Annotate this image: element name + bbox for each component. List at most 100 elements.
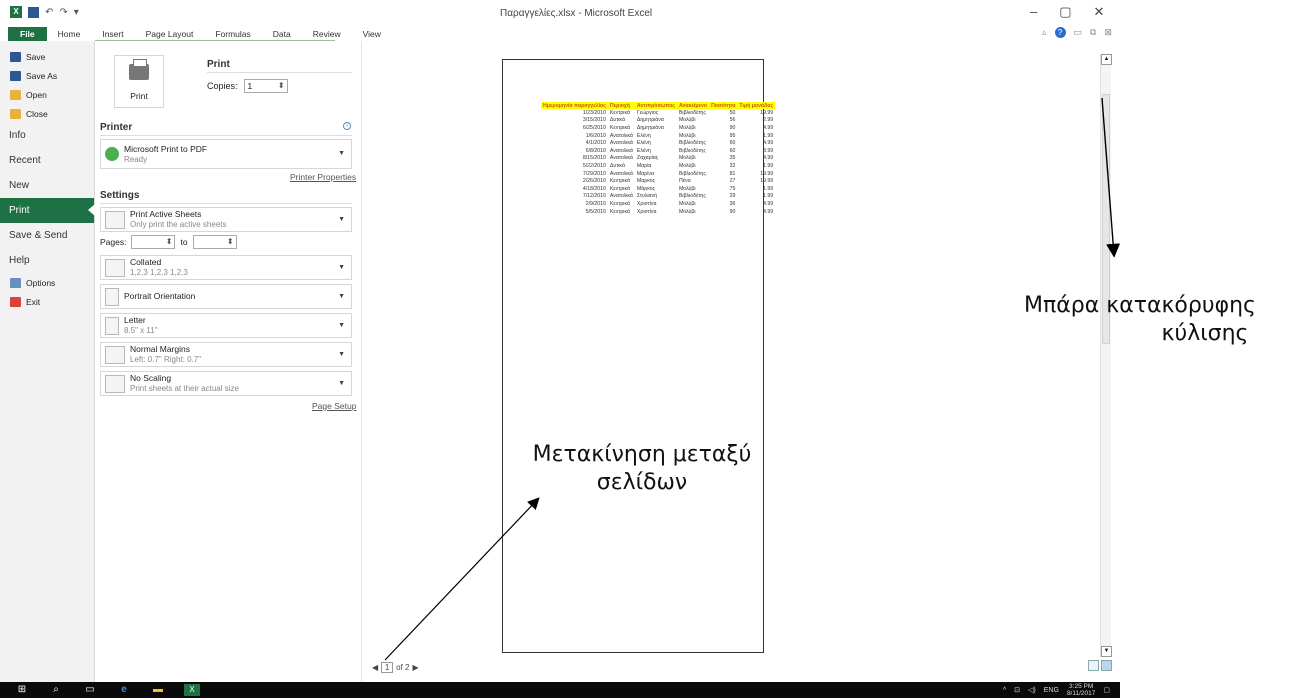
tab-view[interactable]: View bbox=[352, 27, 392, 41]
language-indicator[interactable]: ENG bbox=[1044, 687, 1059, 694]
show-margins-icon[interactable] bbox=[1088, 660, 1099, 671]
paper-title: Letter bbox=[124, 315, 146, 325]
scaling-dropdown[interactable]: No Scaling Print sheets at their actual s… bbox=[100, 371, 352, 396]
windows-start-icon[interactable]: ⊞ bbox=[14, 684, 30, 696]
restore-button[interactable]: ▢ bbox=[1059, 4, 1071, 20]
table-cell: Βιβλιοδέτης bbox=[678, 140, 706, 147]
nav-help[interactable]: Help bbox=[0, 248, 94, 273]
nav-new[interactable]: New bbox=[0, 173, 94, 198]
paper-size-dropdown[interactable]: Letter 8.5" x 11" ▼ bbox=[100, 313, 352, 338]
nav-recent[interactable]: Recent bbox=[0, 148, 94, 173]
printer-dropdown[interactable]: Microsoft Print to PDF Ready ▼ bbox=[100, 139, 352, 169]
nav-save[interactable]: Save bbox=[0, 47, 94, 66]
next-page-icon[interactable]: ▶ bbox=[413, 663, 419, 672]
printer-header: Printer bbox=[100, 122, 133, 133]
chevron-down-icon: ▼ bbox=[338, 292, 345, 300]
options-icon bbox=[10, 277, 21, 288]
page-count: of 2 bbox=[396, 663, 410, 672]
table-cell: Χριστίνα bbox=[636, 200, 657, 207]
printer-status-icon bbox=[105, 147, 119, 161]
pages-row: Pages: to bbox=[100, 235, 237, 249]
printer-properties-link[interactable]: Printer Properties bbox=[290, 172, 356, 182]
table-cell: 19.99 bbox=[760, 109, 774, 116]
tab-file[interactable]: File bbox=[8, 27, 47, 41]
chevron-down-icon: ▼ bbox=[338, 150, 345, 157]
zoom-buttons bbox=[1088, 660, 1112, 671]
margins-dropdown[interactable]: Normal Margins Left: 0.7" Right: 0.7" ▼ bbox=[100, 342, 352, 367]
scroll-up-icon[interactable]: ▲ bbox=[1101, 54, 1112, 65]
collation-dropdown[interactable]: Collated 1,2,3 1,2,3 1,2,3 ▼ bbox=[100, 255, 352, 280]
file-explorer-icon[interactable]: ▬ bbox=[150, 684, 166, 696]
table-row: 4/18/2010 Κεντρικά Μάρκος Μολύβι 75 1.99 bbox=[541, 185, 775, 193]
redo-icon[interactable]: ↷ bbox=[59, 7, 67, 18]
scrollbar-annotation: Μπάρα κατακόρυφης κύλισης bbox=[980, 292, 1300, 348]
printer-status: Ready bbox=[124, 154, 148, 164]
tab-home[interactable]: Home bbox=[47, 27, 92, 41]
search-icon[interactable]: ⌕ bbox=[48, 684, 64, 696]
table-cell: Πένα bbox=[678, 178, 691, 185]
nav-exit-label: Exit bbox=[26, 296, 41, 307]
orientation-dropdown[interactable]: Portrait Orientation ▼ bbox=[100, 284, 352, 309]
backstage-nav: Save Save As Open Close Info Recent New … bbox=[0, 41, 95, 682]
table-row: 5/22/2010 Δυτικά Μαρία Μολύβι 32 1.99 bbox=[541, 162, 775, 170]
nav-info[interactable]: Info bbox=[0, 123, 94, 148]
nav-close[interactable]: Close bbox=[0, 104, 94, 123]
column-header: Ανακείμενο bbox=[676, 102, 710, 109]
network-icon[interactable]: ⊡ bbox=[1014, 686, 1020, 694]
table-cell: Κεντρικά bbox=[609, 178, 630, 185]
customize-toolbar-icon[interactable]: ▾ bbox=[74, 7, 79, 18]
pages-from-input[interactable] bbox=[131, 235, 176, 249]
minimize-button[interactable]: – bbox=[1030, 4, 1037, 20]
table-cell: Κεντρικά bbox=[609, 109, 630, 116]
chevron-down-icon: ▼ bbox=[338, 215, 345, 223]
undo-icon[interactable]: ↶ bbox=[45, 7, 53, 18]
table-cell: Ανατολικά bbox=[609, 193, 633, 200]
tab-review[interactable]: Review bbox=[302, 27, 352, 41]
edge-browser-icon[interactable]: e bbox=[116, 684, 132, 696]
chevron-down-icon: ▼ bbox=[338, 379, 345, 387]
nav-save-as[interactable]: Save As bbox=[0, 66, 94, 85]
volume-icon[interactable]: ◁) bbox=[1028, 686, 1036, 694]
table-cell: Κεντρικά bbox=[609, 200, 630, 207]
nav-exit[interactable]: Exit bbox=[0, 292, 94, 311]
table-cell: 19.99 bbox=[760, 170, 774, 177]
scroll-down-icon[interactable]: ▼ bbox=[1101, 646, 1112, 657]
pages-to-input[interactable] bbox=[192, 235, 237, 249]
table-cell: Μαρίνα bbox=[636, 170, 654, 177]
save-icon[interactable] bbox=[28, 6, 39, 18]
table-cell: 4/18/2010 bbox=[582, 185, 606, 192]
tab-page-layout[interactable]: Page Layout bbox=[135, 27, 205, 41]
print-title: Print bbox=[207, 59, 230, 70]
table-cell: 50 bbox=[729, 109, 736, 116]
print-button[interactable]: Print bbox=[114, 55, 164, 108]
page-setup-link[interactable]: Page Setup bbox=[312, 401, 356, 411]
excel-taskbar-icon[interactable]: X bbox=[184, 684, 200, 696]
nav-print[interactable]: Print bbox=[0, 198, 95, 223]
sheet-icon bbox=[105, 210, 125, 229]
previous-page-icon[interactable]: ◀ bbox=[372, 663, 378, 672]
tab-insert[interactable]: Insert bbox=[91, 27, 134, 41]
tab-formulas[interactable]: Formulas bbox=[204, 27, 261, 41]
tab-data[interactable]: Data bbox=[262, 27, 302, 41]
table-row: 4/1/2010 Ανατολικά Ελένη Βιβλιοδέτης 60 4.99 bbox=[541, 139, 775, 147]
vertical-scrollbar[interactable]: ▲ ▼ bbox=[1100, 54, 1112, 657]
table-cell: Ανατολικά bbox=[609, 140, 633, 147]
current-page-input[interactable]: 1 bbox=[381, 662, 394, 673]
nav-save-label: Save bbox=[26, 51, 46, 62]
pagenav-annotation: Μετακίνηση μεταξύ σελίδων bbox=[492, 441, 792, 497]
info-icon[interactable]: i bbox=[343, 122, 351, 130]
zoom-to-page-icon[interactable] bbox=[1101, 660, 1112, 671]
margins-title: Normal Margins bbox=[130, 344, 190, 354]
table-cell: 7/12/2010 bbox=[582, 193, 606, 200]
nav-open[interactable]: Open bbox=[0, 85, 94, 104]
clock[interactable]: 3:25 PM 8/11/2017 bbox=[1067, 683, 1095, 697]
notifications-icon[interactable]: ▢ bbox=[1103, 686, 1110, 694]
nav-options[interactable]: Options bbox=[0, 273, 94, 292]
table-row: 6/8/2010 Ανατολικά Ελένη Βιβλιοδέτης 60 8.99 bbox=[541, 147, 775, 155]
copies-stepper[interactable]: 1 bbox=[243, 79, 288, 93]
task-view-icon[interactable]: ▭ bbox=[82, 684, 98, 696]
nav-save-send[interactable]: Save & Send bbox=[0, 223, 94, 248]
print-scope-dropdown[interactable]: Print Active Sheets Only print the active… bbox=[100, 207, 352, 232]
tray-expand-icon[interactable]: ^ bbox=[1003, 687, 1006, 694]
close-button[interactable]: ✕ bbox=[1094, 4, 1105, 20]
